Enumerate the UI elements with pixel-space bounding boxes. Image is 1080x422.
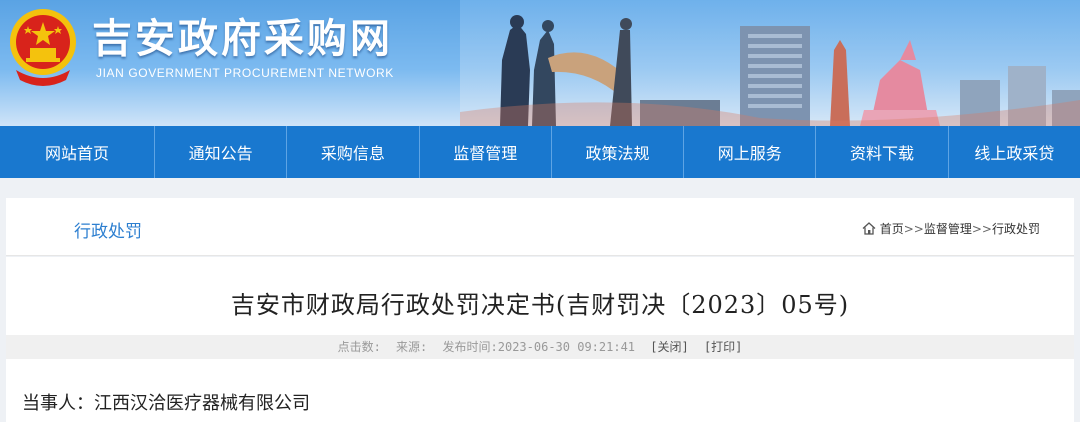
nav-item-downloads[interactable]: 资料下载 xyxy=(816,126,949,178)
nav-item-supervision[interactable]: 监督管理 xyxy=(420,126,552,178)
nav-item-home[interactable]: 网站首页 xyxy=(0,126,155,178)
article-title: 吉安市财政局行政处罚决定书(吉财罚决〔2023〕05号) xyxy=(230,291,850,319)
breadcrumb-home-link[interactable]: 首页 xyxy=(880,220,904,237)
nav-item-notices[interactable]: 通知公告 xyxy=(155,126,288,178)
main-navigation: 网站首页 通知公告 采购信息 监督管理 政策法规 网上服务 资料下载 线上政采贷 xyxy=(0,126,1080,178)
nav-item-online-services[interactable]: 网上服务 xyxy=(684,126,817,178)
home-icon xyxy=(862,222,876,235)
city-scenery-image xyxy=(460,0,1080,126)
article: 吉安市财政局行政处罚决定书(吉财罚决〔2023〕05号) 点击数: 来源: 发布… xyxy=(6,257,1074,422)
nav-item-procurement-loans[interactable]: 线上政采贷 xyxy=(949,126,1080,178)
publish-time: 发布时间:2023-06-30 09:21:41 xyxy=(443,340,636,354)
section-header: 行政处罚 首页 >> 监督管理 >> 行政处罚 xyxy=(6,198,1074,256)
publish-time-label: 发布时间: xyxy=(442,340,498,354)
site-subtitle: JIAN GOVERNMENT PROCUREMENT NETWORK xyxy=(96,66,394,80)
party-line: 当事人：江西汉洽医疗器械有限公司 xyxy=(22,393,310,414)
site-title: 吉安政府采购网 xyxy=(92,16,393,62)
header-banner: 吉安政府采购网 JIAN GOVERNMENT PROCUREMENT NETW… xyxy=(0,0,1080,126)
close-link[interactable]: [关闭] xyxy=(650,340,688,354)
nav-item-procurement-info[interactable]: 采购信息 xyxy=(287,126,420,178)
clicks-label: 点击数: xyxy=(337,340,381,354)
print-link[interactable]: [打印] xyxy=(704,340,742,354)
section-title: 行政处罚 xyxy=(74,222,142,242)
nav-item-policies[interactable]: 政策法规 xyxy=(552,126,685,178)
breadcrumb: 首页 >> 监督管理 >> 行政处罚 xyxy=(862,220,1040,237)
breadcrumb-separator: >> xyxy=(903,221,924,236)
publish-time-value: 2023-06-30 09:21:41 xyxy=(497,340,636,354)
article-meta-bar: 点击数: 来源: 发布时间:2023-06-30 09:21:41 [关闭] [… xyxy=(6,335,1074,359)
source-label: 来源: xyxy=(396,340,428,354)
breadcrumb-supervision-link[interactable]: 监督管理 xyxy=(924,220,972,237)
breadcrumb-separator: >> xyxy=(971,221,992,236)
breadcrumb-current[interactable]: 行政处罚 xyxy=(992,220,1040,237)
national-emblem-icon xyxy=(10,9,76,86)
